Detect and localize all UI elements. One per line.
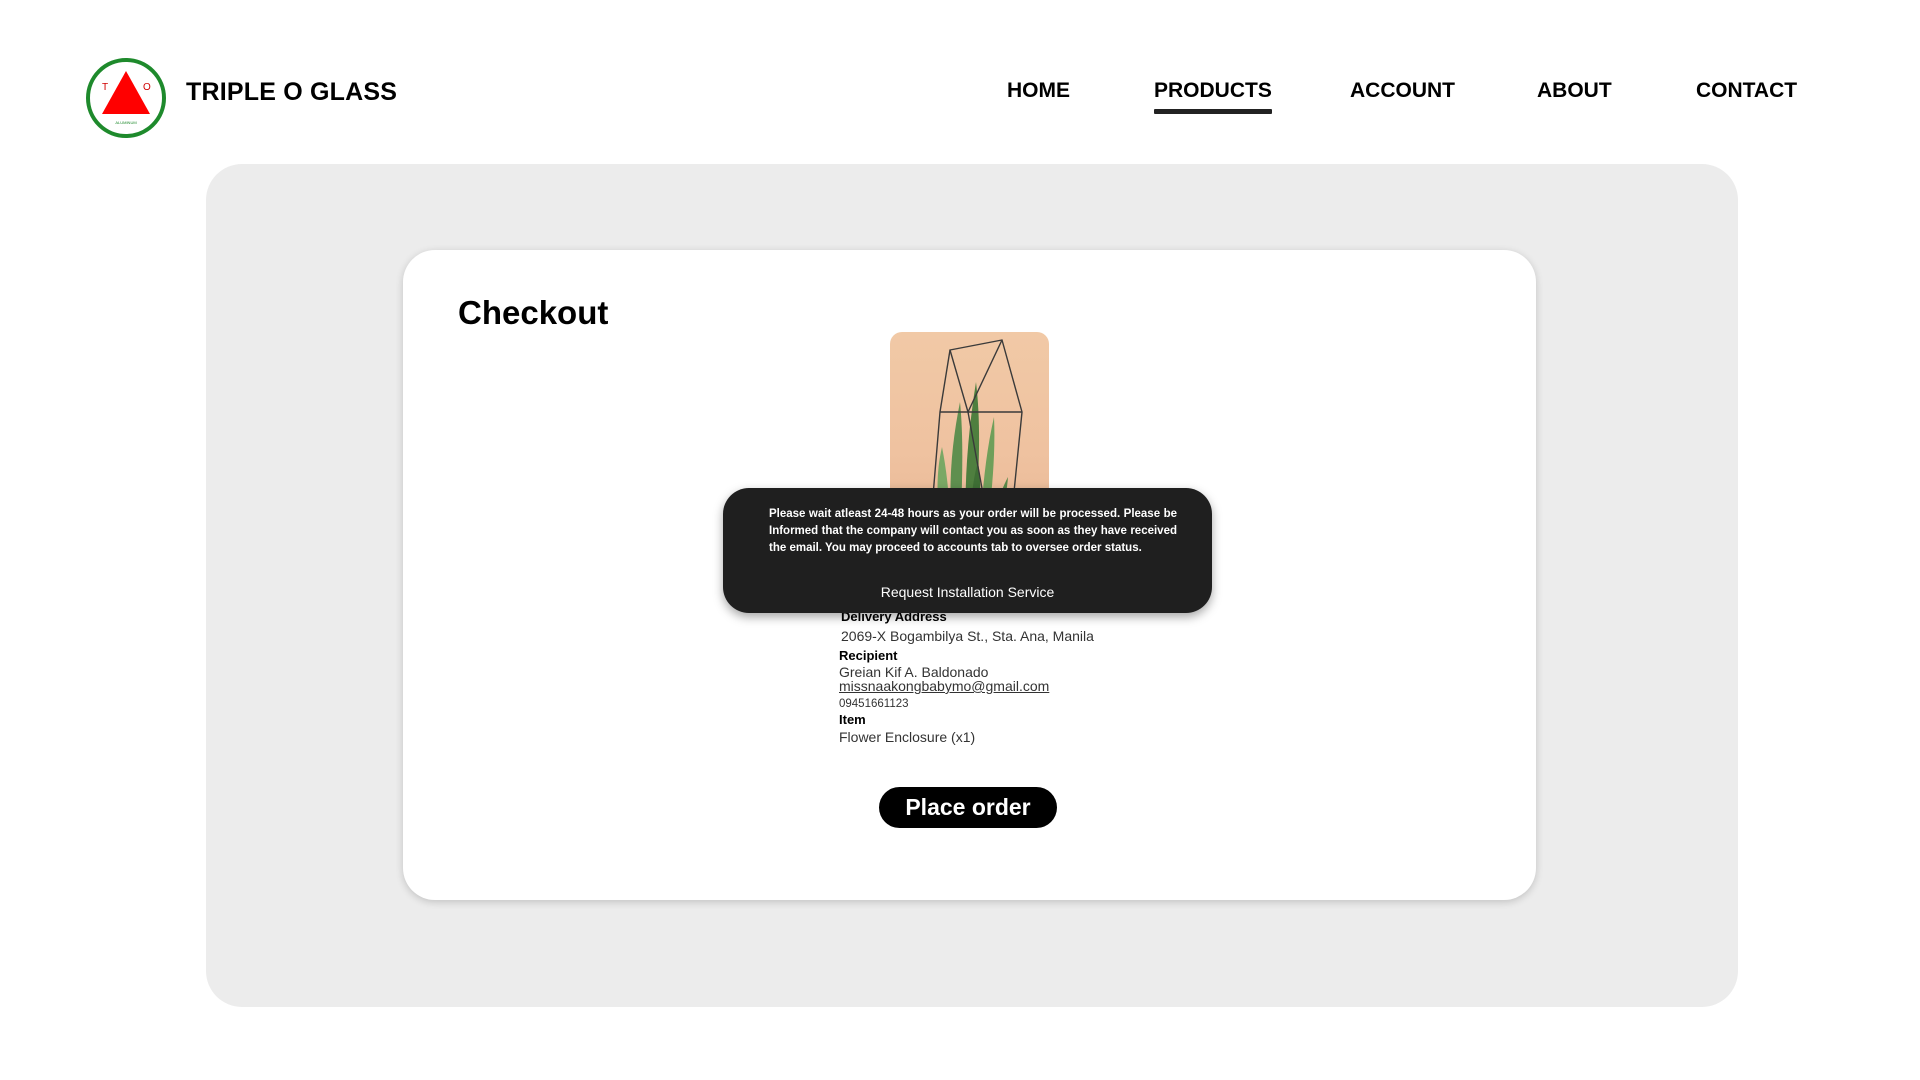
item-label: Item <box>839 712 866 727</box>
toast-message: Please wait atleast 24-48 hours as your … <box>769 508 1177 554</box>
place-order-button[interactable]: Place order <box>879 787 1057 828</box>
request-installation-link[interactable]: Request Installation Service <box>723 584 1212 600</box>
order-notice-toast: Please wait atleast 24-48 hours as your … <box>723 488 1212 613</box>
site-header: T O ALUMINUM TRIPLE O GLASS HOME PRODUCT… <box>0 0 1920 160</box>
recipient-email-link[interactable]: missnaakongbabymo@gmail.com <box>839 679 1239 693</box>
nav-about[interactable]: ABOUT <box>1537 79 1612 103</box>
svg-text:O: O <box>143 82 151 93</box>
item-value: Flower Enclosure (x1) <box>839 729 976 745</box>
recipient-label: Recipient <box>839 648 898 663</box>
svg-text:ALUMINUM: ALUMINUM <box>115 120 136 125</box>
nav-account[interactable]: ACCOUNT <box>1350 79 1455 103</box>
recipient-phone: 09451661123 <box>839 698 909 710</box>
svg-text:T: T <box>102 82 108 93</box>
recipient-name: Greian Kif A. Baldonado <box>839 664 989 680</box>
triple-o-logo-icon[interactable]: T O ALUMINUM <box>85 57 167 139</box>
nav-contact[interactable]: CONTACT <box>1696 79 1797 103</box>
nav-products[interactable]: PRODUCTS <box>1154 79 1272 114</box>
order-details: Delivery Address 2069-X Bogambilya St., … <box>839 609 1239 745</box>
brand-name[interactable]: TRIPLE O GLASS <box>186 78 397 107</box>
page-title: Checkout <box>458 294 609 331</box>
delivery-address-value: 2069-X Bogambilya St., Sta. Ana, Manila <box>841 628 1094 644</box>
nav-home[interactable]: HOME <box>1007 79 1070 103</box>
